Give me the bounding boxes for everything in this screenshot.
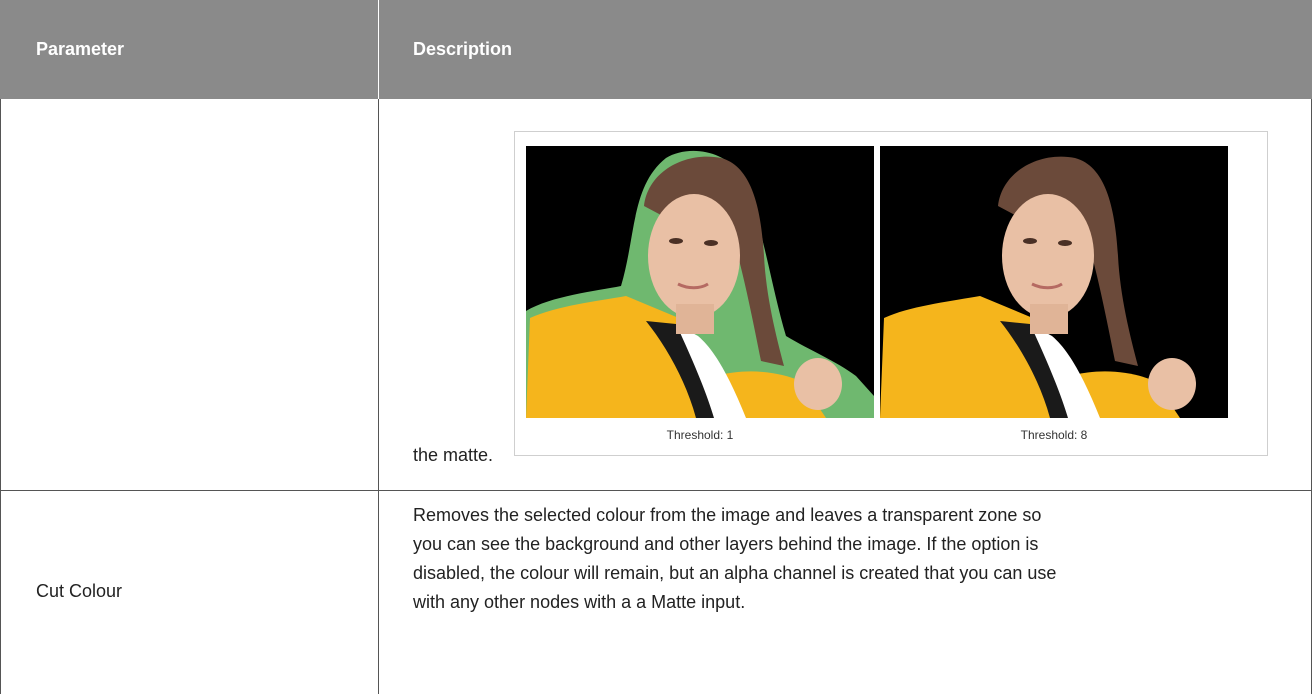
column-divider xyxy=(378,99,379,694)
description-line: Removes the selected colour from the ima… xyxy=(413,505,1042,525)
caption-threshold-1: Threshold: 1 xyxy=(666,428,734,442)
caption-threshold-8: Threshold: 8 xyxy=(1020,428,1088,442)
table-border-left xyxy=(0,99,1,694)
description-line: with any other nodes with a a Matte inpu… xyxy=(413,592,746,612)
row-description-text: the matte. xyxy=(413,445,494,465)
parameter-table: Parameter Description the matte. Thresho… xyxy=(0,0,1312,694)
threshold-1-image xyxy=(526,146,874,418)
row-divider xyxy=(0,490,1312,491)
header-divider xyxy=(378,0,379,99)
threshold-8-image xyxy=(880,146,1228,418)
header-description: Description xyxy=(413,39,513,59)
header-parameter: Parameter xyxy=(36,39,125,59)
threshold-comparison-figure: Threshold: 1 Threshold: 8 xyxy=(514,131,1268,456)
description-line: disabled, the colour will remain, but an… xyxy=(413,563,1057,583)
row-parameter-cut-colour: Cut Colour xyxy=(36,581,123,601)
description-line: you can see the background and other lay… xyxy=(413,534,1039,554)
row-description-cut-colour: Removes the selected colour from the ima… xyxy=(413,501,1293,617)
table-header: Parameter Description xyxy=(0,0,1312,99)
